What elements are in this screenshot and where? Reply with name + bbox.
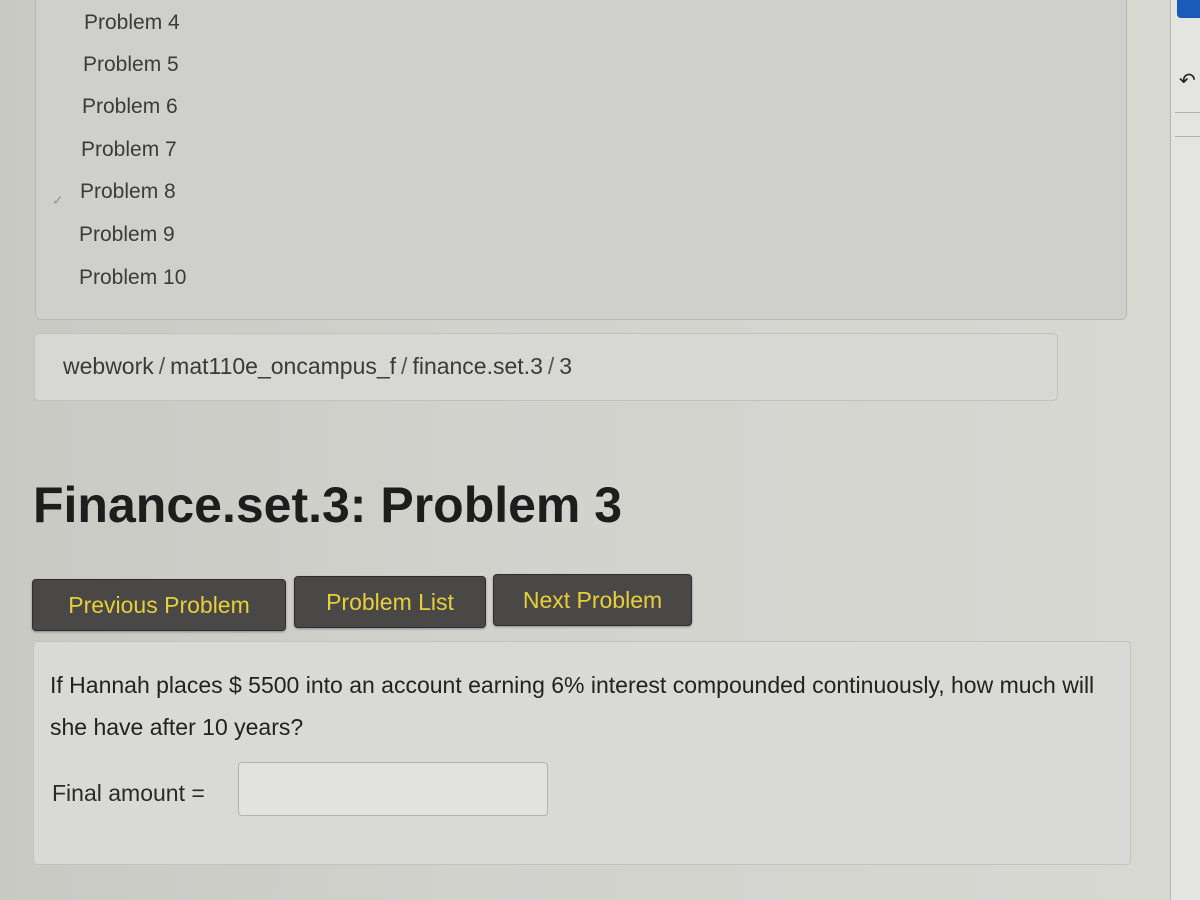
problem-link-5[interactable]: Problem 5 xyxy=(83,53,179,77)
final-amount-input[interactable] xyxy=(238,762,548,816)
problem-list-button[interactable]: Problem List xyxy=(294,576,486,628)
previous-problem-button[interactable]: Previous Problem xyxy=(32,579,286,631)
breadcrumb-set[interactable]: finance.set.3 xyxy=(412,353,542,379)
problem-statement: If Hannah places $ 5500 into an account … xyxy=(50,672,1095,740)
problem-link-10[interactable]: Problem 10 xyxy=(79,266,186,290)
breadcrumb-current: 3 xyxy=(559,353,573,379)
undo-icon[interactable]: ↶ xyxy=(1179,68,1196,93)
breadcrumb-trail: webwork / mat110e_oncampus_f / finance.set.3… xyxy=(63,353,572,380)
check-icon: ✓ xyxy=(52,192,64,208)
breadcrumb-course[interactable]: mat110e_oncampus_f xyxy=(170,353,396,379)
divider xyxy=(1175,136,1200,137)
problem-link-7[interactable]: Problem 7 xyxy=(81,138,177,162)
next-problem-button[interactable]: Next Problem xyxy=(493,574,692,626)
problem-link-9[interactable]: Problem 9 xyxy=(79,223,175,247)
breadcrumb-separator: / xyxy=(547,353,555,379)
adjacent-window-edge: ↶ xyxy=(1170,0,1200,900)
breadcrumb-separator: / xyxy=(158,353,166,379)
breadcrumb-separator: / xyxy=(401,353,408,379)
problem-link-4[interactable]: Problem 4 xyxy=(84,11,180,35)
answer-label: Final amount = xyxy=(52,780,205,806)
page: Problem 4 Problem 5 Problem 6 Problem 7 … xyxy=(0,0,1170,900)
breadcrumb: webwork / mat110e_oncampus_f / finance.set.3… xyxy=(34,333,1058,401)
page-title: Finance.set.3: Problem 3 xyxy=(33,477,623,533)
problem-list-panel: Problem 4 Problem 5 Problem 6 Problem 7 … xyxy=(35,0,1127,320)
problem-body: If Hannah places $ 5500 into an account … xyxy=(33,641,1131,865)
problem-link-8[interactable]: Problem 8 xyxy=(80,180,176,204)
divider xyxy=(1175,112,1200,113)
problem-link-6[interactable]: Problem 6 xyxy=(82,95,178,119)
blue-tab xyxy=(1177,0,1200,18)
breadcrumb-webwork[interactable]: webwork xyxy=(63,353,154,379)
